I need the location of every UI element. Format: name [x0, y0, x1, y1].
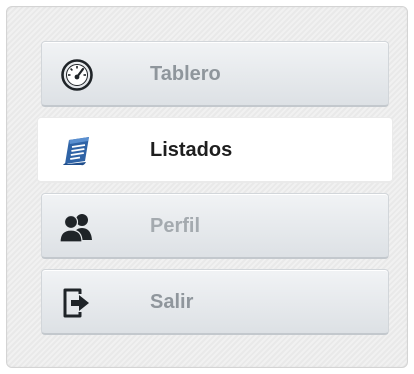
menu-item-perfil[interactable]: Perfil	[41, 193, 389, 259]
menu-panel: Tablero Listados Perfil Salir	[6, 6, 408, 368]
menu-item-label: Tablero	[150, 63, 221, 85]
sidebar-menu: Tablero Listados Perfil Salir	[37, 41, 393, 335]
logout-icon	[60, 286, 94, 320]
menu-item-label: Perfil	[150, 215, 201, 237]
list-document-icon	[60, 134, 94, 168]
users-icon	[60, 210, 94, 244]
menu-item-label: Listados	[150, 139, 233, 161]
menu-item-label: Salir	[150, 291, 194, 313]
menu-item-listados[interactable]: Listados	[37, 117, 393, 183]
menu-item-salir[interactable]: Salir	[41, 269, 389, 335]
menu-item-tablero[interactable]: Tablero	[41, 41, 389, 107]
speedometer-icon	[60, 58, 94, 92]
